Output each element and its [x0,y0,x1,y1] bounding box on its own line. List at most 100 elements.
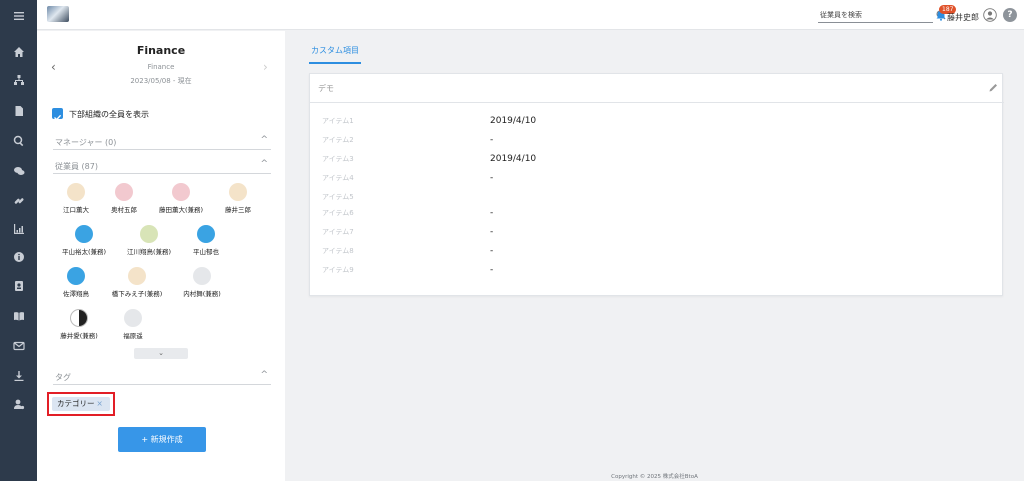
search-icon[interactable] [10,132,27,149]
employee-name: 佐澤翔鳥 [63,290,89,298]
info-icon[interactable] [10,248,27,265]
item-row: アイテム1 2019/4/10 [310,116,1004,134]
item-label: アイテム9 [322,266,354,274]
user-settings-icon[interactable] [10,395,27,412]
link-icon[interactable] [10,192,27,209]
show-all-label[interactable]: 下部組織の全員を表示 [69,109,149,120]
item-label: アイテム3 [322,155,354,163]
next-org-button[interactable]: › [263,60,268,74]
company-logo[interactable] [47,6,69,22]
menu-icon[interactable] [10,7,27,24]
item-value: 2019/4/10 [490,116,537,126]
employee-card[interactable]: 藤井愛(兼務) [49,309,109,340]
employee-name: 福原遥 [123,332,143,340]
avatar [193,267,211,285]
chat-icon[interactable] [10,162,27,179]
employee-section-header[interactable]: 従業員 (87) ^ [53,158,271,174]
employee-card[interactable]: 福原遥 [103,309,163,340]
sidebar-rail [0,0,37,481]
item-label: アイテム4 [322,174,354,182]
avatar [67,183,85,201]
item-value: - [490,208,494,218]
employee-name: 藤田薫大(兼務) [158,206,204,214]
copyright-footer: Copyright © 2025 株式会社BtoA [611,474,698,480]
checkmark-icon [54,114,62,121]
item-row: アイテム3 2019/4/10 [310,154,1004,172]
item-label: アイテム5 [322,193,354,201]
employee-name: 奥村五郎 [111,206,137,214]
item-value: - [490,135,494,145]
item-value: - [490,265,494,275]
org-title: Finance [136,44,186,57]
book-icon[interactable] [10,307,27,324]
document-icon[interactable] [10,102,27,119]
tab-custom-items[interactable]: カスタム項目 [309,41,361,64]
item-label: アイテム6 [322,209,354,217]
avatar [70,309,88,327]
avatar [229,183,247,201]
employee-name: 江川翔鳥(兼務) [126,248,172,256]
item-label: アイテム7 [322,228,354,236]
item-row: アイテム4 - [310,173,1004,191]
tag-label: カテゴリー [57,399,95,408]
avatar [140,225,158,243]
org-chart-icon[interactable] [10,71,27,88]
chevron-up-icon[interactable]: ^ [260,159,268,169]
org-date-range: 2023/05/08 - 現在 [130,77,192,85]
item-row: アイテム9 - [310,265,1004,283]
item-label: アイテム2 [322,136,354,144]
mail-icon[interactable] [10,337,27,354]
employee-card[interactable]: 平山裕太(兼務) [54,225,114,256]
user-name[interactable]: 藤井史郎 [947,12,979,23]
item-row: アイテム6 - [310,208,1004,226]
employee-card[interactable]: 平山郁也 [176,225,236,256]
employee-card[interactable]: 江川翔鳥(兼務) [119,225,179,256]
tag-remove-icon[interactable]: × [97,399,103,408]
home-icon[interactable] [10,43,27,60]
manager-section-title: マネージャー (0) [55,138,117,147]
avatar [75,225,93,243]
manager-section-header[interactable]: マネージャー (0) ^ [53,134,271,150]
employee-name: 藤井三郎 [225,206,251,214]
tag-section-header[interactable]: タグ ^ [53,369,271,385]
pencil-icon[interactable] [988,82,999,93]
user-avatar-icon[interactable] [983,8,997,22]
item-value: - [490,227,494,237]
item-value: - [490,173,494,183]
help-icon[interactable]: ? [1003,8,1017,22]
employee-card[interactable]: 佐澤翔鳥 [46,267,106,298]
category-tag[interactable]: カテゴリー × [52,397,110,411]
employee-card[interactable]: 内村舞(兼務) [172,267,232,298]
employee-card[interactable]: 奥村五郎 [94,183,154,214]
employee-search-input[interactable]: 従業員を検索 [818,10,933,23]
create-new-button[interactable]: + 新規作成 [118,427,206,452]
chart-icon[interactable] [10,220,27,237]
org-panel: ‹ Finance Finance 2023/05/08 - 現在 › 下部組織… [37,31,285,481]
employee-name: 藤井愛(兼務) [60,332,98,340]
custom-items-card: デモ アイテム1 2019/4/10 アイテム2 - アイテム3 2019/4/… [309,73,1004,296]
avatar [67,267,85,285]
expand-employees-button[interactable]: ⌄ [134,348,188,359]
item-value: - [490,246,494,256]
employee-name: 内村舞(兼務) [183,290,221,298]
employee-card[interactable]: 橋下みえ子(兼務) [107,267,167,298]
avatar [172,183,190,201]
chevron-up-icon[interactable]: ^ [260,135,268,145]
contact-card-icon[interactable] [10,277,27,294]
item-row: アイテム2 - [310,135,1004,153]
employee-section-title: 従業員 (87) [55,162,98,171]
chevron-up-icon[interactable]: ^ [260,370,268,380]
item-label: アイテム8 [322,247,354,255]
highlighted-tag-box: カテゴリー × [47,392,115,416]
employee-card[interactable]: 藤田薫大(兼務) [151,183,211,214]
avatar [115,183,133,201]
employee-card[interactable]: 藤井三郎 [208,183,268,214]
item-label: アイテム1 [322,117,354,125]
download-icon[interactable] [10,367,27,384]
show-all-checkbox[interactable] [52,108,63,121]
avatar [124,309,142,327]
card-header: デモ [310,74,1004,103]
avatar [128,267,146,285]
employee-name: 平山裕太(兼務) [61,248,107,256]
avatar [197,225,215,243]
